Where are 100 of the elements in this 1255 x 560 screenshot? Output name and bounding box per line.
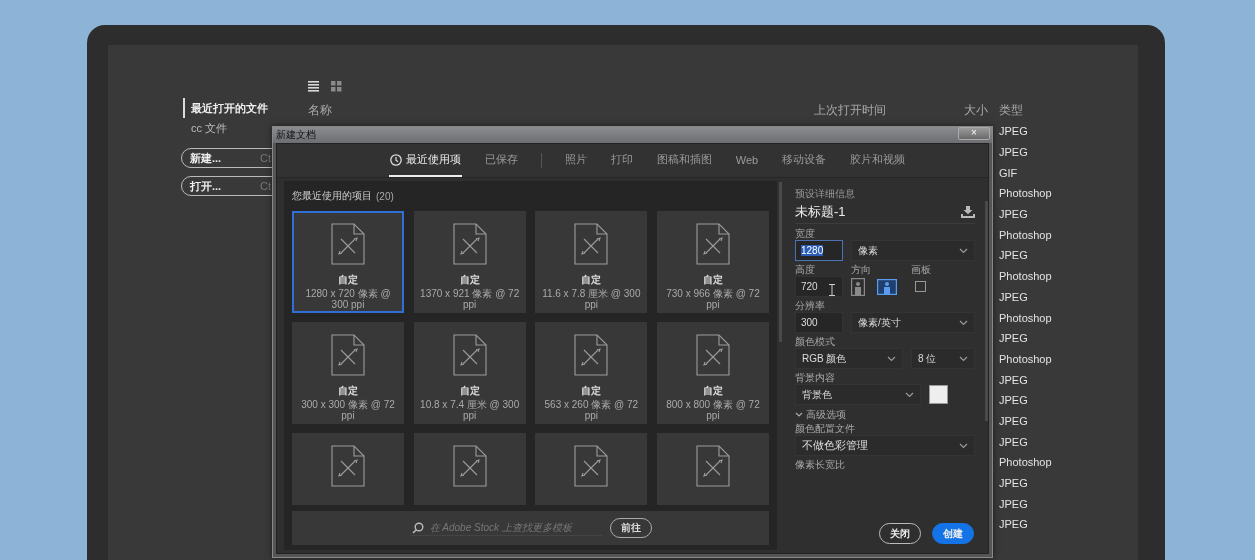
table-cell-text: GIF [999,166,1019,179]
preset-name: 自定 [702,384,723,398]
preset-card[interactable]: 自定 300 x 300 像素 @ 72 ppi [292,322,404,424]
width-field[interactable]: 1280 [795,240,843,261]
tab[interactable]: Web [734,144,760,177]
field-label: 背景内容 [795,372,835,384]
document-icon [331,223,365,265]
section-heading: 预设详细信息 [795,187,856,201]
color-swatch[interactable] [929,385,948,404]
table-cell-text: JPEG [999,497,1029,510]
preset-card[interactable]: 自定 730 x 966 像素 @ 72 ppi [656,211,769,313]
preset-card[interactable]: 自定 800 x 800 像素 @ 72 ppi [656,322,769,424]
dropdown[interactable]: 背景色 [795,384,921,405]
field-label: 分辨率 [795,300,825,312]
search-icon [411,521,424,534]
document-icon [452,445,487,487]
table-cell-text: JPEG [999,477,1029,490]
table-cell-text: JPEG [999,125,1029,138]
preset-name: 自定 [459,384,480,398]
field-label: 方向 [851,264,871,276]
preset-size: 800 x 800 像素 @ 72 ppi [665,399,761,421]
preset-card[interactable] [535,433,648,505]
preset-card[interactable] [656,433,769,505]
document-icon [695,223,730,265]
table-cell-text: Photoshop [999,456,1053,469]
save-preset-icon[interactable] [961,206,975,218]
table-cell-text: Photoshop [999,311,1053,324]
preset-card[interactable]: 自定 11.6 x 7.8 厘米 @ 300 ppi [535,211,648,313]
table-cell-text: JPEG [999,249,1029,262]
field-label: 像素长宽比 [795,459,845,471]
preset-size: 563 x 260 像素 @ 72 ppi [543,399,640,421]
dropdown[interactable]: 像素/英寸 [851,312,975,333]
chevron-down-icon [795,412,803,418]
preset-card[interactable]: 自定 1370 x 921 像素 @ 72 ppi [413,211,526,313]
chevron-down-icon [887,355,896,362]
chevron-down-icon [959,442,968,449]
chevron-down-icon [959,247,968,254]
chevron-down-icon [905,391,914,398]
preset-card[interactable]: 自定 563 x 260 像素 @ 72 ppi [535,322,648,424]
table-cell-text: JPEG [999,373,1029,386]
column-header[interactable]: 上次打开时间 [814,102,964,118]
tab[interactable]: 最近使用项 [388,144,462,177]
preset-name: 自定 [581,384,602,398]
chevron-down-icon [959,319,968,326]
preset-card[interactable]: 自定 1280 x 720 像素 @ 300 ppi [292,211,404,313]
preset-card[interactable] [413,433,526,505]
table-cell-text: JPEG [999,208,1029,221]
table-cell-text: JPEG [999,146,1029,159]
tab[interactable]: 胶片和视频 [849,144,907,177]
tab[interactable]: 移动设备 [781,144,828,177]
text-cursor-icon [829,284,835,296]
preset-size: 300 x 300 像素 @ 72 ppi [300,399,396,421]
document-icon [574,334,609,376]
dropdown[interactable]: 不做色彩管理 [795,435,975,456]
section-heading: 您最近使用的项目 [292,189,372,203]
landscape-icon[interactable] [877,278,897,295]
portrait-icon[interactable] [851,277,865,296]
preset-name: 自定 [338,273,358,287]
tab[interactable]: 照片 [563,144,588,177]
preset-name: 自定 [581,273,602,287]
create-button[interactable]: 创建 [932,523,974,544]
document-icon [695,334,730,376]
table-cell-text: JPEG [999,394,1029,407]
preset-card[interactable]: 自定 10.8 x 7.4 厘米 @ 300 ppi [413,322,526,424]
table-cell-text: JPEG [999,414,1029,427]
tab[interactable]: 图稿和插图 [655,144,713,177]
preset-size: 10.8 x 7.4 厘米 @ 300 ppi [419,399,521,421]
preset-name: 自定 [338,384,358,398]
document-icon [331,445,365,487]
table-cell-text: JPEG [999,332,1029,345]
column-header[interactable]: 大小 [964,102,999,118]
table-cell-text: Photoshop [999,228,1053,241]
table-cell-text: Photoshop [999,270,1053,283]
advanced-options-toggle[interactable]: 高级选项 [795,408,975,422]
clock-icon [389,153,402,166]
document-name: 未标题-1 [795,203,846,221]
preset-size: 1370 x 921 像素 @ 72 ppi [419,288,521,310]
dropdown[interactable]: RGB 颜色 [795,348,903,369]
preset-card[interactable] [292,433,404,505]
artboard-checkbox[interactable] [915,281,926,292]
field-label: 宽度 [795,228,815,240]
grid-view-icon[interactable] [331,80,342,92]
height-field[interactable]: 720 [795,276,843,297]
list-view-icon[interactable] [308,80,319,92]
tab[interactable]: 已保存 [483,144,519,177]
sidebar-item[interactable]: 最近打开的文件 [183,98,268,118]
table-cell-text: JPEG [999,518,1029,531]
document-icon [574,445,609,487]
resolution-field[interactable]: 300 [795,312,843,333]
dropdown[interactable]: 像素 [851,240,975,261]
preset-name: 自定 [702,273,723,287]
preset-size: 730 x 966 像素 @ 72 ppi [665,288,761,310]
dropdown[interactable]: 8 位 [911,348,975,369]
column-header[interactable]: 类型 [999,102,1069,118]
tab[interactable]: 打印 [609,144,634,177]
sidebar-item[interactable]: cc 文件 [183,118,228,138]
table-cell-text: JPEG [999,435,1029,448]
preset-name: 自定 [459,273,480,287]
document-icon [452,223,487,265]
column-header[interactable]: 名称 [308,102,814,118]
